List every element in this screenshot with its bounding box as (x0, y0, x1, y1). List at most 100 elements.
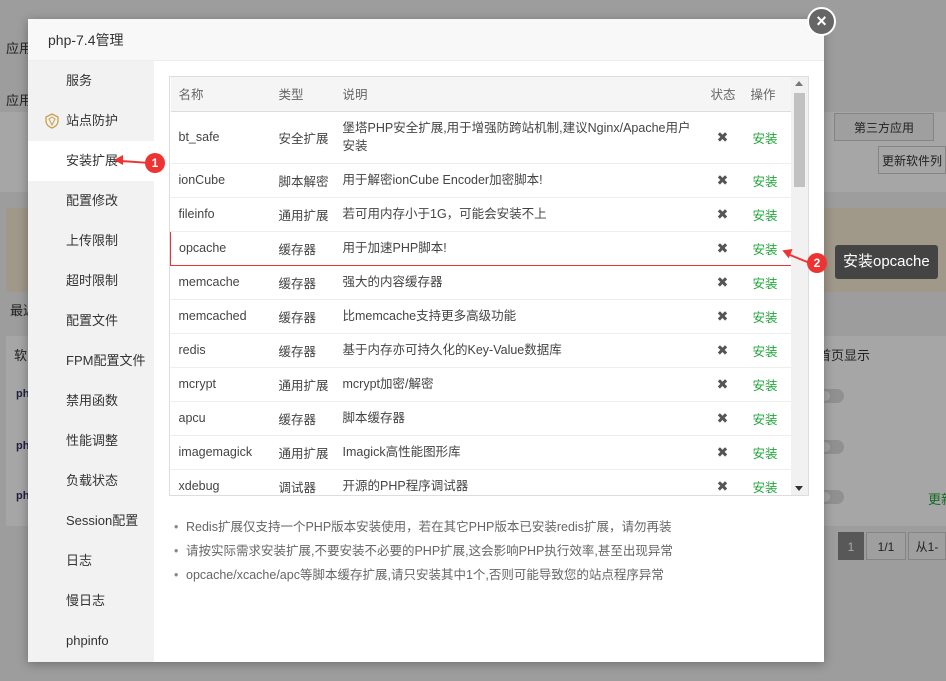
sidebar-item-label: 慢日志 (66, 593, 106, 608)
cell-type: 脚本解密 (270, 163, 335, 198)
table-row: memcache 缓存器 强大的内容缓存器 ✖ 安装 (170, 265, 793, 300)
install-button[interactable]: 安装 (742, 367, 793, 402)
table-row: xdebug 调试器 开源的PHP程序调试器 ✖ 安装 (170, 469, 793, 495)
sidebar-item-load-status[interactable]: 负载状态 (28, 461, 154, 501)
sidebar-item-phpinfo[interactable]: phpinfo (28, 621, 154, 661)
sidebar-item-label: 上传限制 (66, 233, 119, 248)
note-item: 请按实际需求安装扩展,不要安装不必要的PHP扩展,这会影响PHP执行效率,甚至出… (174, 539, 806, 563)
status-x-icon: ✖ (702, 435, 743, 470)
sidebar-item-label: 站点防护 (66, 113, 119, 128)
cell-type: 缓存器 (270, 230, 335, 266)
cell-name: memcached (170, 299, 271, 334)
status-x-icon: ✖ (702, 367, 743, 402)
arrow-head-1-icon (114, 155, 123, 165)
cell-desc: Imagick高性能图形库 (334, 435, 703, 470)
extension-table: 名称 类型 说明 状态 操作 bt_safe 安全扩展 堡塔PHP安全扩展,用于… (170, 77, 793, 495)
sidebar-item-site-protect[interactable]: 站点防护 (28, 101, 154, 141)
install-button[interactable]: 安装 (742, 299, 793, 334)
cell-desc: 用于加速PHP脚本! (334, 230, 703, 266)
header-type: 类型 (270, 77, 335, 112)
status-x-icon: ✖ (702, 333, 743, 368)
table-row: fileinfo 通用扩展 若可用内存小于1G，可能会安装不上 ✖ 安装 (170, 197, 793, 232)
note-item: Redis扩展仅支持一个PHP版本安装使用，若在其它PHP版本已安装redis扩… (174, 515, 806, 539)
annotation-tooltip: 安装opcache (835, 245, 938, 279)
cell-name: bt_safe (170, 111, 271, 164)
php-manage-dialog: php-7.4管理 服务 站点防护 安装扩展 配置修改 上传限制 超时限制 配置… (28, 19, 824, 662)
cell-type: 通用扩展 (270, 367, 335, 402)
install-button[interactable]: 安装 (742, 111, 793, 164)
scroll-down-arrow-icon[interactable] (795, 486, 803, 491)
cell-desc: 强大的内容缓存器 (334, 265, 703, 300)
sidebar-item-upload-limit[interactable]: 上传限制 (28, 221, 154, 261)
sidebar-item-label: 安装扩展 (66, 153, 119, 168)
cell-type: 通用扩展 (270, 197, 335, 232)
cell-desc: 比memcache支持更多高级功能 (334, 299, 703, 334)
install-button[interactable]: 安装 (742, 197, 793, 232)
cell-type: 缓存器 (270, 299, 335, 334)
install-button[interactable]: 安装 (742, 265, 793, 300)
sidebar-item-disabled-functions[interactable]: 禁用函数 (28, 381, 154, 421)
sidebar-item-service[interactable]: 服务 (28, 61, 154, 101)
cell-type: 缓存器 (270, 265, 335, 300)
annotation-badge-1: 1 (145, 153, 165, 173)
sidebar-item-log[interactable]: 日志 (28, 541, 154, 581)
sidebar-item-session-config[interactable]: Session配置 (28, 501, 154, 541)
header-name: 名称 (170, 77, 271, 112)
status-x-icon: ✖ (702, 230, 743, 266)
annotation-badge-2: 2 (807, 253, 827, 273)
notes-list: Redis扩展仅支持一个PHP版本安装使用，若在其它PHP版本已安装redis扩… (174, 515, 806, 587)
install-button[interactable]: 安装 (742, 333, 793, 368)
status-x-icon: ✖ (702, 163, 743, 198)
cell-name: fileinfo (170, 197, 271, 232)
header-op: 操作 (742, 77, 793, 112)
cell-desc: 若可用内存小于1G，可能会安装不上 (334, 197, 703, 232)
scroll-up-arrow-icon[interactable] (795, 81, 803, 86)
status-x-icon: ✖ (702, 111, 743, 164)
table-row: memcached 缓存器 比memcache支持更多高级功能 ✖ 安装 (170, 299, 793, 334)
sidebar-item-config-file[interactable]: 配置文件 (28, 301, 154, 341)
sidebar-item-timeout-limit[interactable]: 超时限制 (28, 261, 154, 301)
sidebar-item-label: 超时限制 (66, 273, 119, 288)
extension-table-panel[interactable]: 名称 类型 说明 状态 操作 bt_safe 安全扩展 堡塔PHP安全扩展,用于… (169, 76, 809, 496)
cell-desc: 用于解密ionCube Encoder加密脚本! (334, 163, 703, 198)
sidebar-item-slow-log[interactable]: 慢日志 (28, 581, 154, 621)
cell-desc: 基于内存亦可持久化的Key-Value数据库 (334, 333, 703, 368)
cell-name: mcrypt (170, 367, 271, 402)
install-button[interactable]: 安装 (742, 469, 793, 495)
install-button[interactable]: 安装 (742, 401, 793, 436)
cell-name: apcu (170, 401, 271, 436)
sidebar-item-performance[interactable]: 性能调整 (28, 421, 154, 461)
status-x-icon: ✖ (702, 265, 743, 300)
cell-type: 安全扩展 (270, 111, 335, 164)
sidebar-item-fpm-config[interactable]: FPM配置文件 (28, 341, 154, 381)
cell-name: opcache (170, 230, 271, 266)
status-x-icon: ✖ (702, 401, 743, 436)
table-scrollbar[interactable] (791, 77, 808, 495)
table-row: redis 缓存器 基于内存亦可持久化的Key-Value数据库 ✖ 安装 (170, 333, 793, 368)
cell-desc: 堡塔PHP安全扩展,用于增强防跨站机制,建议Nginx/Apache用户安装 (334, 111, 703, 164)
cell-desc: 开源的PHP程序调试器 (334, 469, 703, 495)
note-item: opcache/xcache/apc等脚本缓存扩展,请只安装其中1个,否则可能导… (174, 563, 806, 587)
cell-name: imagemagick (170, 435, 271, 470)
close-icon[interactable]: × (807, 7, 836, 36)
sidebar-item-label: phpinfo (66, 633, 109, 648)
dialog-title: php-7.4管理 (28, 19, 824, 61)
header-status: 状态 (702, 77, 743, 112)
sidebar-item-label: 负载状态 (66, 473, 119, 488)
shield-icon (45, 113, 59, 129)
cell-name: memcache (170, 265, 271, 300)
cell-type: 缓存器 (270, 333, 335, 368)
status-x-icon: ✖ (702, 197, 743, 232)
scroll-thumb[interactable] (794, 93, 805, 187)
install-button[interactable]: 安装 (742, 163, 793, 198)
sidebar-item-config-edit[interactable]: 配置修改 (28, 181, 154, 221)
cell-name: xdebug (170, 469, 271, 495)
cell-name: redis (170, 333, 271, 368)
cell-name: ionCube (170, 163, 271, 198)
cell-desc: mcrypt加密/解密 (334, 367, 703, 402)
sidebar-item-label: 日志 (66, 553, 93, 568)
cell-type: 缓存器 (270, 401, 335, 436)
dialog-sidebar: 服务 站点防护 安装扩展 配置修改 上传限制 超时限制 配置文件 FPM配置文件… (28, 61, 154, 662)
install-button[interactable]: 安装 (742, 435, 793, 470)
sidebar-item-label: 性能调整 (66, 433, 119, 448)
